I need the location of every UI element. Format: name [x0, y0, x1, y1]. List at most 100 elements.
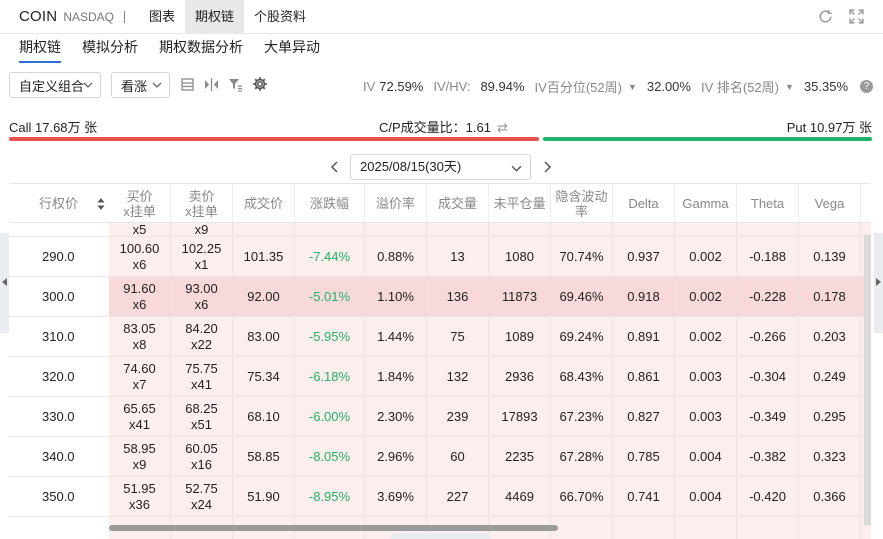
top-bar: COIN NASDAQ 图表 期权链 个股资料 [0, 0, 883, 34]
cell-ask-price[interactable]: 60.05 [185, 441, 218, 457]
cell-vega: 0.249 [799, 357, 861, 396]
subtab-simulation[interactable]: 模拟分析 [82, 34, 138, 64]
cell-bid-price[interactable]: 51.95 [123, 481, 156, 497]
settings-gear-icon[interactable] [252, 76, 268, 92]
cell-gamma: 0.002 [675, 237, 737, 276]
iv-rank-value: 35.35% [803, 79, 848, 94]
right-collapse-handle[interactable] [874, 233, 883, 333]
sort-icon[interactable] [97, 197, 105, 211]
table-row[interactable]: 310.0 83.05 x8 84.20 x22 83.00 -5.95% 1.44% 75 10… [9, 317, 871, 357]
cp-ratio-text: C/P成交量比：1.61 [379, 120, 491, 135]
iv-stats: IV 72.59% IV/HV: 89.94% IV百分位(52周) ▼ 32.… [363, 77, 873, 96]
header-col-bid[interactable]: 买价 x挂单 [109, 184, 171, 223]
cell-vega: 0.366 [799, 477, 861, 516]
subtab-option-data-analysis[interactable]: 期权数据分析 [159, 34, 243, 64]
cell [551, 517, 613, 539]
cell-ask-price[interactable]: 68.25 [185, 401, 218, 417]
call-volume: Call 17.68万 张 [9, 120, 98, 135]
table-row[interactable]: 340.0 58.95 x9 60.05 x16 58.85 -8.05% 2.96% 60 22… [9, 437, 871, 477]
header-col-ask[interactable]: 卖价 x挂单 [171, 184, 233, 223]
cell-delta: 0.741 [613, 477, 675, 516]
header-col-volume[interactable]: 成交量 [427, 184, 489, 223]
left-collapse-handle[interactable] [0, 233, 9, 333]
cell-bid-price[interactable]: 74.60 [123, 361, 156, 377]
split-view-icon[interactable] [204, 77, 219, 92]
table-row[interactable]: 320.0 74.60 x7 75.75 x41 75.34 -6.18% 1.84% 132 2… [9, 357, 871, 397]
tab-stock-profile[interactable]: 个股资料 [244, 0, 316, 34]
cell-bid-price[interactable]: 100.60 [120, 241, 160, 257]
cell-ask-price[interactable]: 84.20 [185, 321, 218, 337]
cell-change: -6.00% [295, 397, 365, 436]
header-col-change[interactable]: 涨跌幅 [295, 184, 365, 223]
header-col-theta[interactable]: Theta [737, 184, 799, 223]
vertical-scrollbar[interactable] [864, 235, 871, 525]
cell-bid-price[interactable]: 91.60 [123, 281, 156, 297]
subtab-option-chain[interactable]: 期权链 [19, 34, 61, 64]
cell [551, 223, 613, 236]
cell-iv: 70.74% [551, 237, 613, 276]
cell-ask-size: x41 [191, 376, 212, 392]
table-row[interactable]: 350.0 51.95 x36 52.75 x24 51.90 -8.95% 3.69% 227… [9, 477, 871, 517]
chevron-left-icon[interactable] [327, 159, 343, 175]
cell-change: -8.05% [295, 437, 365, 476]
ivhv-label: IV/HV: [433, 79, 471, 94]
cell-ask-price[interactable]: 93.00 [185, 281, 218, 297]
cell-bid-size: x6 [132, 256, 147, 272]
cell-bid-size: x36 [129, 496, 150, 512]
fullscreen-icon[interactable] [848, 8, 865, 25]
header-col-open-interest[interactable]: 未平仓量 [489, 184, 551, 223]
horizontal-scrollbar[interactable] [109, 525, 558, 531]
cell-bid-price[interactable]: 65.65 [123, 401, 156, 417]
cell-gamma: 0.002 [675, 277, 737, 316]
header-col-rho[interactable]: R [861, 184, 871, 223]
cell-theta: -0.266 [737, 317, 799, 356]
subtab-block-trades[interactable]: 大单异动 [264, 34, 320, 64]
cell-ask-size: x24 [191, 496, 212, 512]
header-col-implied-vol[interactable]: 隐含波动率 [551, 184, 613, 223]
header-col-delta[interactable]: Delta [613, 184, 675, 223]
cell-change: -7.44% [295, 237, 365, 276]
cell-bid-price[interactable]: 83.05 [123, 321, 156, 337]
help-icon[interactable]: ? [860, 80, 873, 93]
cell-bid: 100.60 x6 [109, 237, 171, 276]
cell-volume: 227 [427, 477, 489, 516]
cell-iv: 69.24% [551, 317, 613, 356]
header-col-strike[interactable]: 行权价 [9, 184, 109, 223]
tab-option-chain[interactable]: 期权链 [185, 0, 245, 34]
cell-bid-price[interactable]: 58.95 [123, 441, 156, 457]
header-col-vega[interactable]: Vega [799, 184, 861, 223]
cell-delta: 0.937 [613, 237, 675, 276]
table-row[interactable]: 290.0 100.60 x6 102.25 x1 101.35 -7.44% 0.88% 13… [9, 237, 871, 277]
cell [613, 223, 675, 236]
expiry-dropdown[interactable]: 2025/08/15(30天) [350, 154, 531, 180]
cell [799, 517, 861, 539]
cell-ask-size: x16 [191, 456, 212, 472]
cell-ask-size: x22 [191, 336, 212, 352]
cell-ask-price[interactable]: 102.25 [182, 241, 222, 257]
header-col-last[interactable]: 成交价 [233, 184, 295, 223]
combo-dropdown[interactable]: 自定义组合 [9, 72, 101, 98]
caret-down-icon[interactable]: ▼ [628, 82, 637, 92]
header-col-premium[interactable]: 溢价率 [365, 184, 427, 223]
cell-ask-price[interactable]: 75.75 [185, 361, 218, 377]
direction-dropdown[interactable]: 看涨 [111, 72, 170, 98]
cell-premium: 3.69% [365, 477, 427, 516]
table-row[interactable]: 300.0 91.60 x6 93.00 x6 92.00 -5.01% 1.10% 136 11… [9, 277, 871, 317]
cell-bid-size: x41 [129, 416, 150, 432]
cell-ask-size: x1 [194, 256, 209, 272]
header-col-gamma[interactable]: Gamma [675, 184, 737, 223]
swap-icon[interactable]: ⇄ [497, 120, 508, 135]
refresh-icon[interactable] [817, 8, 834, 25]
chevron-right-icon[interactable] [539, 159, 555, 175]
tab-chart[interactable]: 图表 [139, 0, 185, 34]
filter-icon[interactable] [228, 77, 243, 92]
table-layout-icon[interactable] [180, 77, 195, 92]
bottom-resize-handle[interactable] [391, 533, 491, 539]
table-row[interactable]: 330.0 65.65 x41 68.25 x51 68.10 -6.00% 2.30% 239… [9, 397, 871, 437]
cell-strike: 320.0 [9, 357, 109, 396]
iv-rank-label[interactable]: IV 排名(52周) [701, 77, 779, 96]
caret-down-icon[interactable]: ▼ [785, 82, 794, 92]
chevron-down-icon [152, 82, 162, 88]
iv-percentile-label[interactable]: IV百分位(52周) [535, 77, 622, 96]
cell-ask-price[interactable]: 52.75 [185, 481, 218, 497]
